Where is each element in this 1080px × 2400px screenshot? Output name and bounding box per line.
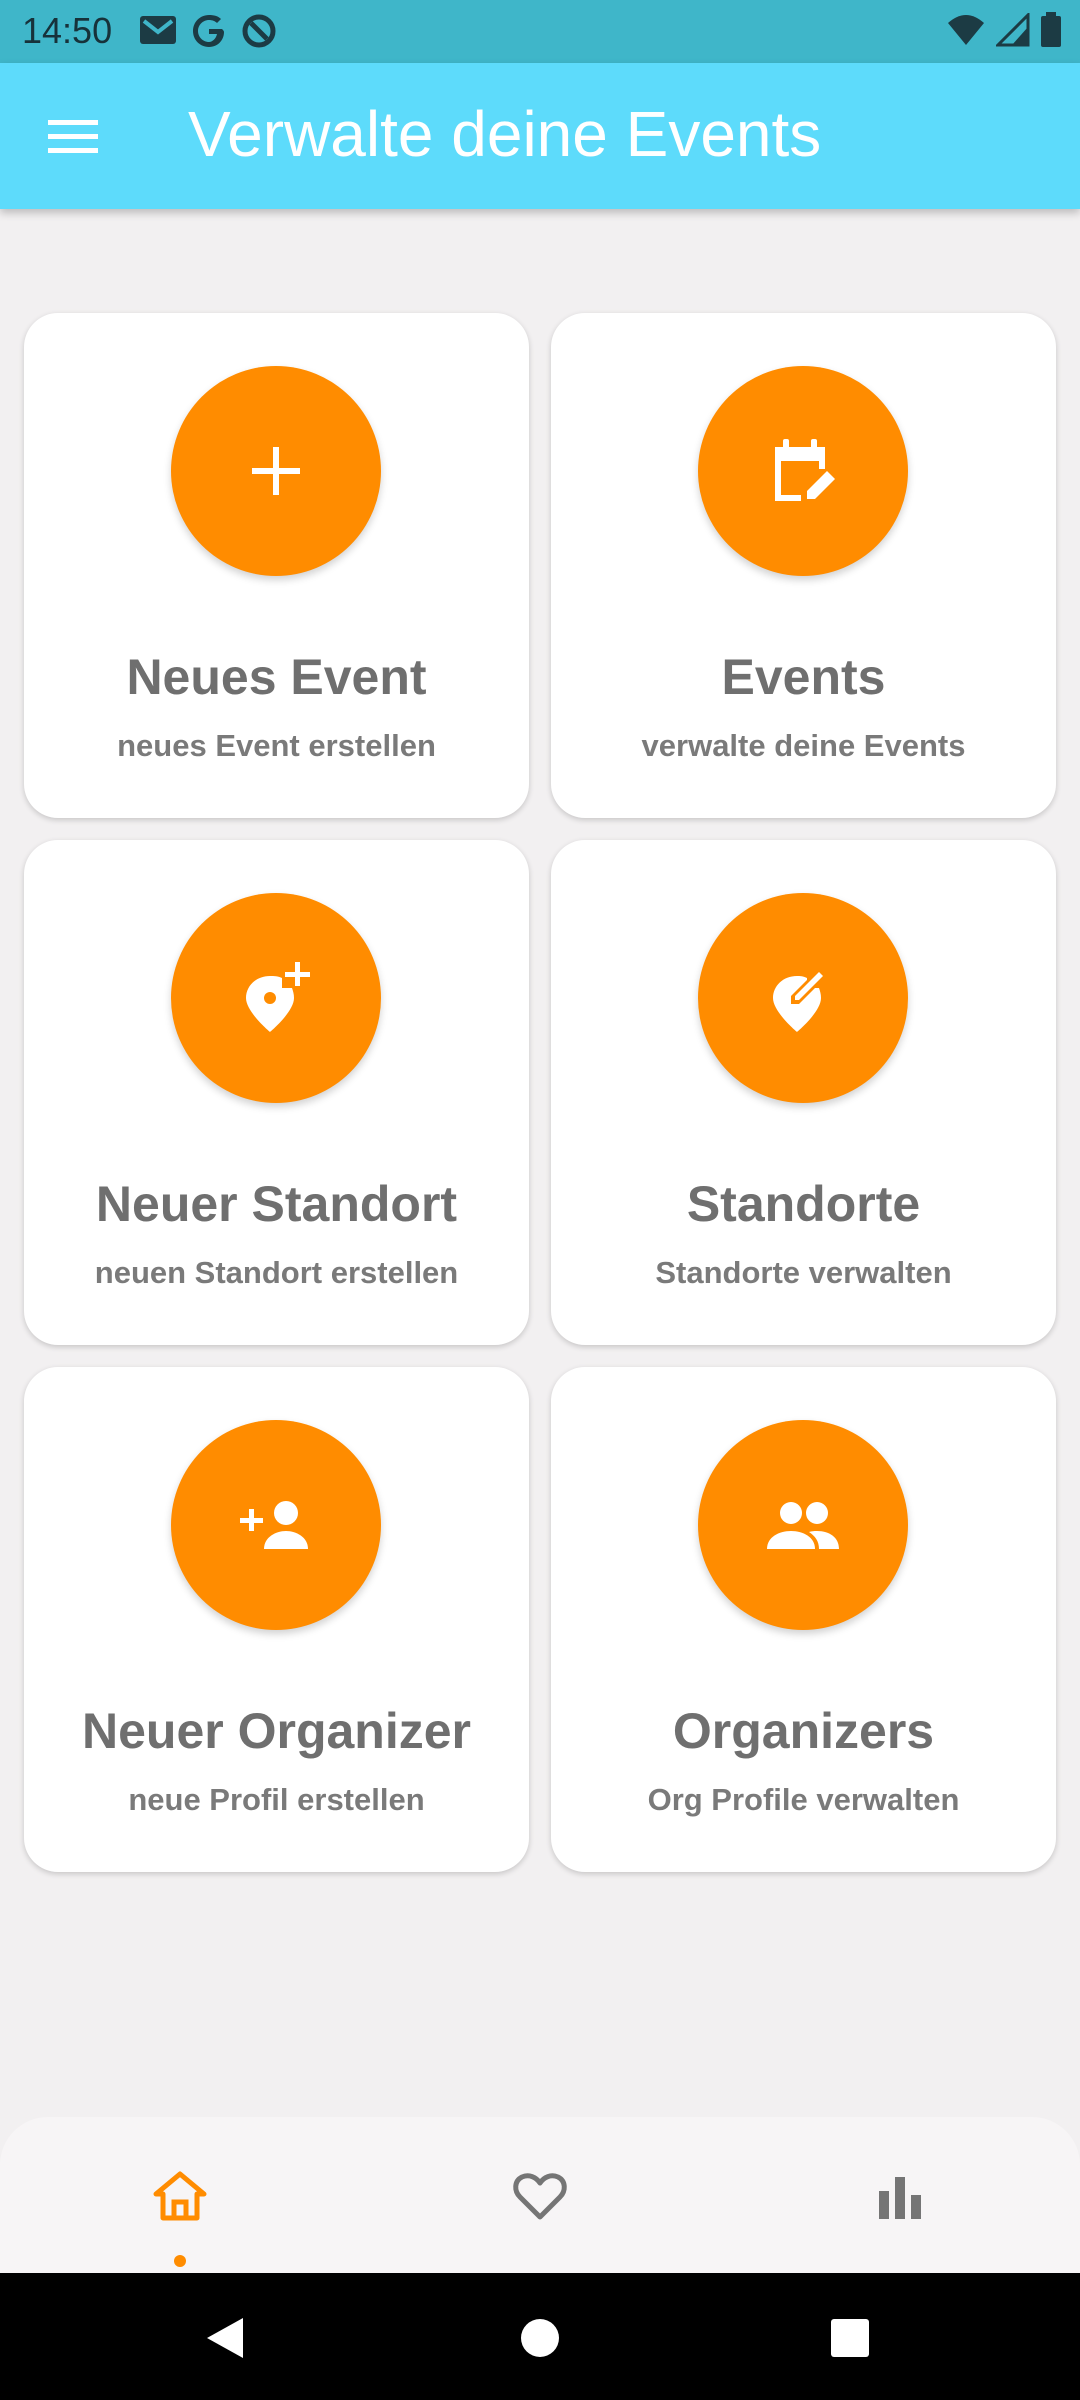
system-home-button[interactable] [510, 2308, 570, 2368]
battery-icon [1041, 12, 1061, 47]
status-time: 14:50 [22, 10, 113, 51]
organizers-card[interactable]: Organizers Org Profile verwalten [551, 1367, 1056, 1872]
signal-icon [996, 13, 1030, 47]
system-recents-button[interactable] [820, 2308, 880, 2368]
card-subtitle: Org Profile verwalten [647, 1782, 960, 1817]
wifi-icon [948, 15, 984, 45]
person-add-icon [240, 1501, 308, 1549]
locations-card[interactable]: Standorte Standorte verwalten [551, 840, 1056, 1345]
nav-stats[interactable] [865, 2161, 935, 2231]
card-title: Organizers [672, 1703, 935, 1759]
card-title: Neues Event [126, 649, 427, 705]
card-subtitle: Standorte verwalten [655, 1255, 952, 1290]
locations-icon-circle [698, 893, 908, 1103]
page-title: Verwalte deine Events [188, 98, 822, 170]
card-subtitle: neue Profil erstellen [128, 1782, 425, 1817]
heart-icon [513, 2173, 567, 2220]
card-subtitle: neuen Standort erstellen [94, 1255, 459, 1290]
calendar-edit-icon [775, 439, 835, 501]
app-bar: Verwalte deine Events [0, 63, 1080, 209]
hamburger-menu-icon [48, 120, 98, 153]
bottom-navigation [0, 2117, 1080, 2273]
recents-icon [831, 2319, 869, 2357]
people-icon [767, 1502, 839, 1549]
new-location-icon-circle [171, 893, 381, 1103]
system-back-button[interactable] [195, 2308, 255, 2368]
new-event-card[interactable]: Neues Event neues Event erstellen [24, 313, 529, 818]
card-title: Neuer Organizer [81, 1703, 471, 1759]
location-edit-icon [773, 968, 827, 1032]
card-title: Events [721, 649, 886, 705]
status-bar: 14:50 [0, 0, 1080, 63]
menu-button[interactable] [38, 107, 108, 167]
nav-home[interactable] [145, 2161, 215, 2231]
card-subtitle: verwalte deine Events [641, 728, 966, 763]
home-circle-icon [521, 2319, 559, 2357]
card-title: Standorte [686, 1176, 921, 1232]
system-status-icons [946, 12, 1062, 48]
system-navigation-bar [0, 2273, 1080, 2400]
location-add-icon [246, 962, 310, 1032]
nav-favorites[interactable] [505, 2161, 575, 2231]
card-subtitle: neues Event erstellen [117, 728, 436, 763]
new-organizer-icon-circle [171, 1420, 381, 1630]
notification-icons [138, 12, 278, 50]
bar-chart-icon [879, 2177, 921, 2219]
gmail-icon [140, 16, 176, 44]
new-location-card[interactable]: Neuer Standort neuen Standort erstellen [24, 840, 529, 1345]
new-organizer-card[interactable]: Neuer Organizer neue Profil erstellen [24, 1367, 529, 1872]
events-icon-circle [698, 366, 908, 576]
back-icon [207, 2318, 243, 2358]
plus-icon [252, 447, 300, 495]
organizers-icon-circle [698, 1420, 908, 1630]
events-card[interactable]: Events verwalte deine Events [551, 313, 1056, 818]
at-sign-icon [242, 14, 276, 48]
active-indicator-dot [174, 2255, 186, 2267]
home-icon [153, 2171, 207, 2221]
new-event-icon-circle [171, 366, 381, 576]
google-icon [193, 15, 224, 47]
card-title: Neuer Standort [95, 1176, 458, 1232]
